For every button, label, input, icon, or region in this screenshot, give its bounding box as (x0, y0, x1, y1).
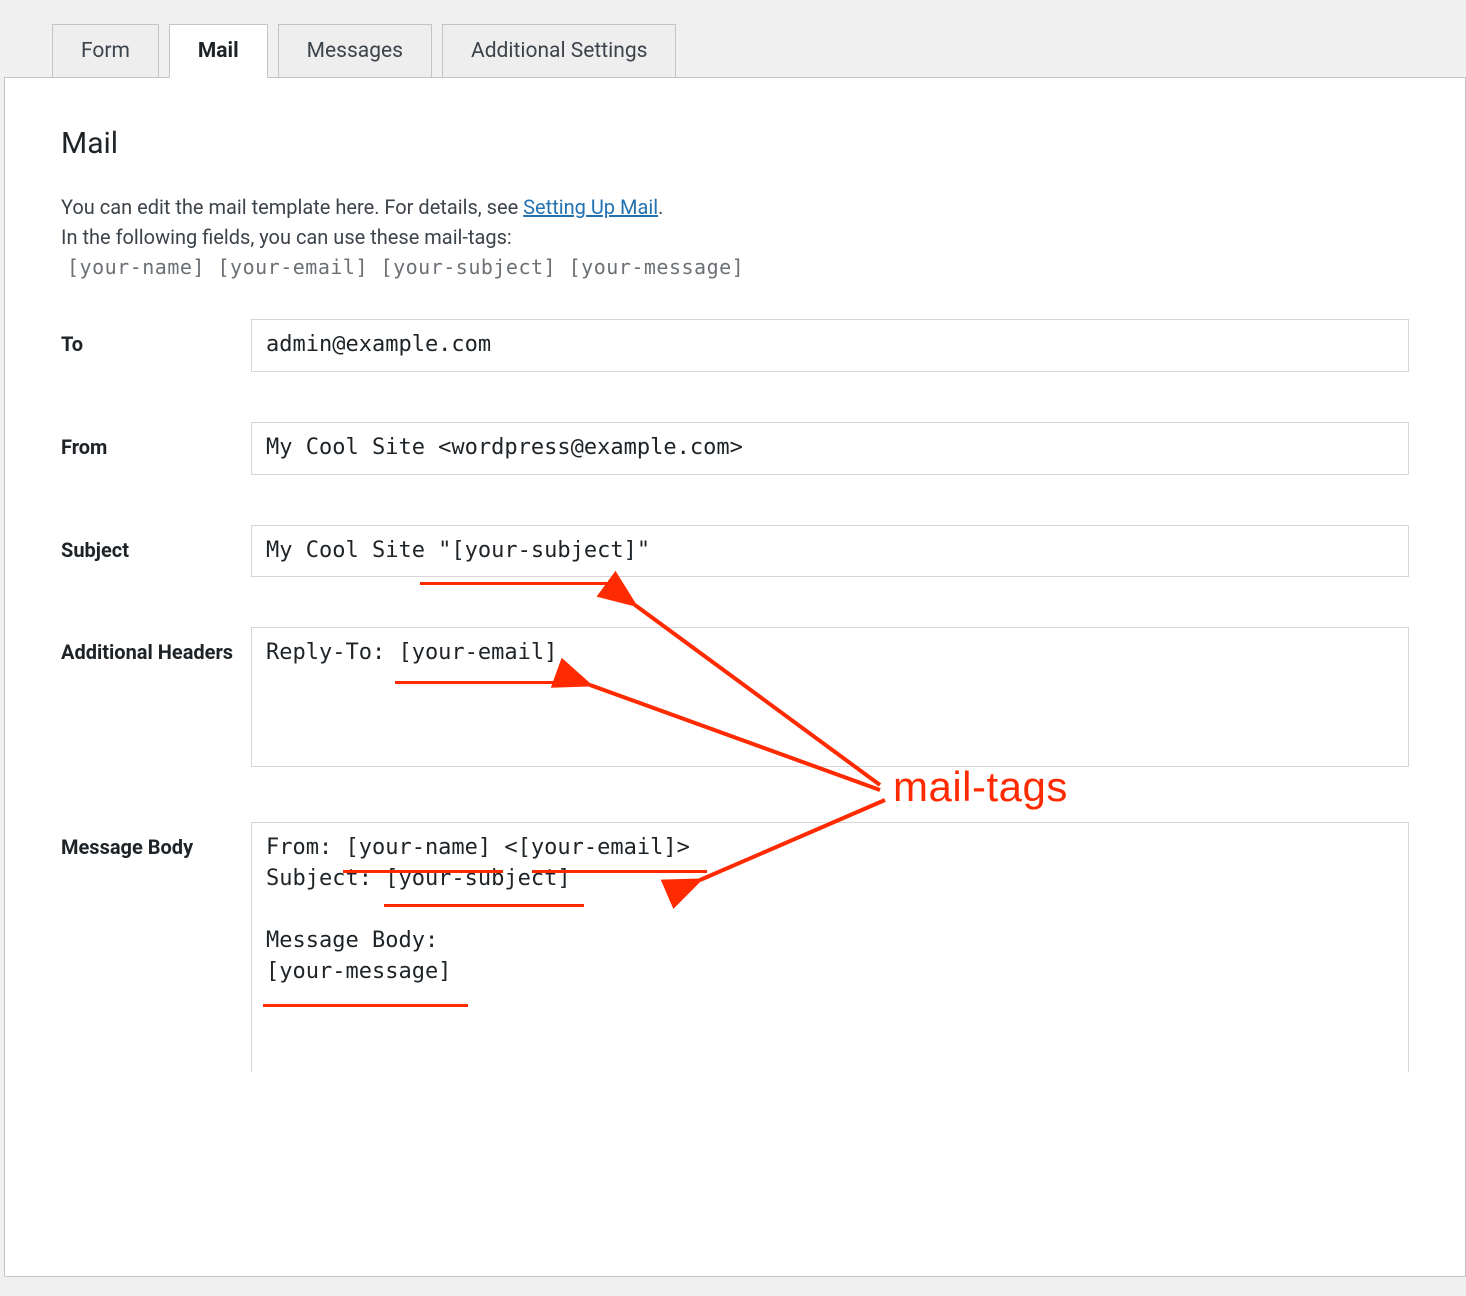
tab-additional-label: Additional Settings (471, 39, 647, 63)
input-to[interactable] (251, 319, 1409, 372)
underline-your-email-1 (395, 681, 565, 684)
tab-form-label: Form (81, 39, 130, 63)
underline-your-message (263, 1004, 468, 1007)
input-from[interactable] (251, 422, 1409, 475)
row-from: From (61, 422, 1409, 475)
tab-mail-label: Mail (198, 39, 239, 63)
label-subject: Subject (61, 525, 251, 565)
tab-messages[interactable]: Messages (278, 24, 432, 77)
textarea-body[interactable] (251, 822, 1409, 1072)
mail-panel: Mail You can edit the mail template here… (4, 77, 1466, 1277)
tab-mail[interactable]: Mail (169, 24, 268, 77)
label-headers: Additional Headers (61, 627, 251, 667)
tab-bar: Form Mail Messages Additional Settings (0, 0, 1466, 77)
section-title: Mail (61, 126, 1409, 161)
setting-up-mail-link[interactable]: Setting Up Mail (523, 195, 658, 219)
label-from: From (61, 422, 251, 462)
intro-line-2: In the following fields, you can use the… (61, 225, 1409, 249)
underline-your-subject-2 (384, 904, 584, 907)
underline-your-subject-1 (420, 582, 622, 585)
intro-line-1-prefix: You can edit the mail template here. For… (61, 195, 523, 219)
row-headers: Additional Headers (61, 627, 1409, 772)
input-subject[interactable] (251, 525, 1409, 578)
label-to: To (61, 319, 251, 359)
mailtags-list: [your-name] [your-email] [your-subject] … (67, 255, 1409, 279)
intro-line-1-suffix: . (658, 195, 663, 219)
underline-your-email-2 (532, 870, 707, 873)
row-to: To (61, 319, 1409, 372)
tab-form[interactable]: Form (52, 24, 159, 77)
row-subject: Subject (61, 525, 1409, 578)
underline-your-name (343, 870, 503, 873)
intro-line-1: You can edit the mail template here. For… (61, 195, 1409, 219)
textarea-headers[interactable] (251, 627, 1409, 767)
tab-messages-label: Messages (307, 39, 403, 63)
tab-additional-settings[interactable]: Additional Settings (442, 24, 676, 77)
label-body: Message Body (61, 822, 251, 862)
annotation-label: mail-tags (893, 763, 1068, 811)
row-body: Message Body (61, 822, 1409, 1077)
